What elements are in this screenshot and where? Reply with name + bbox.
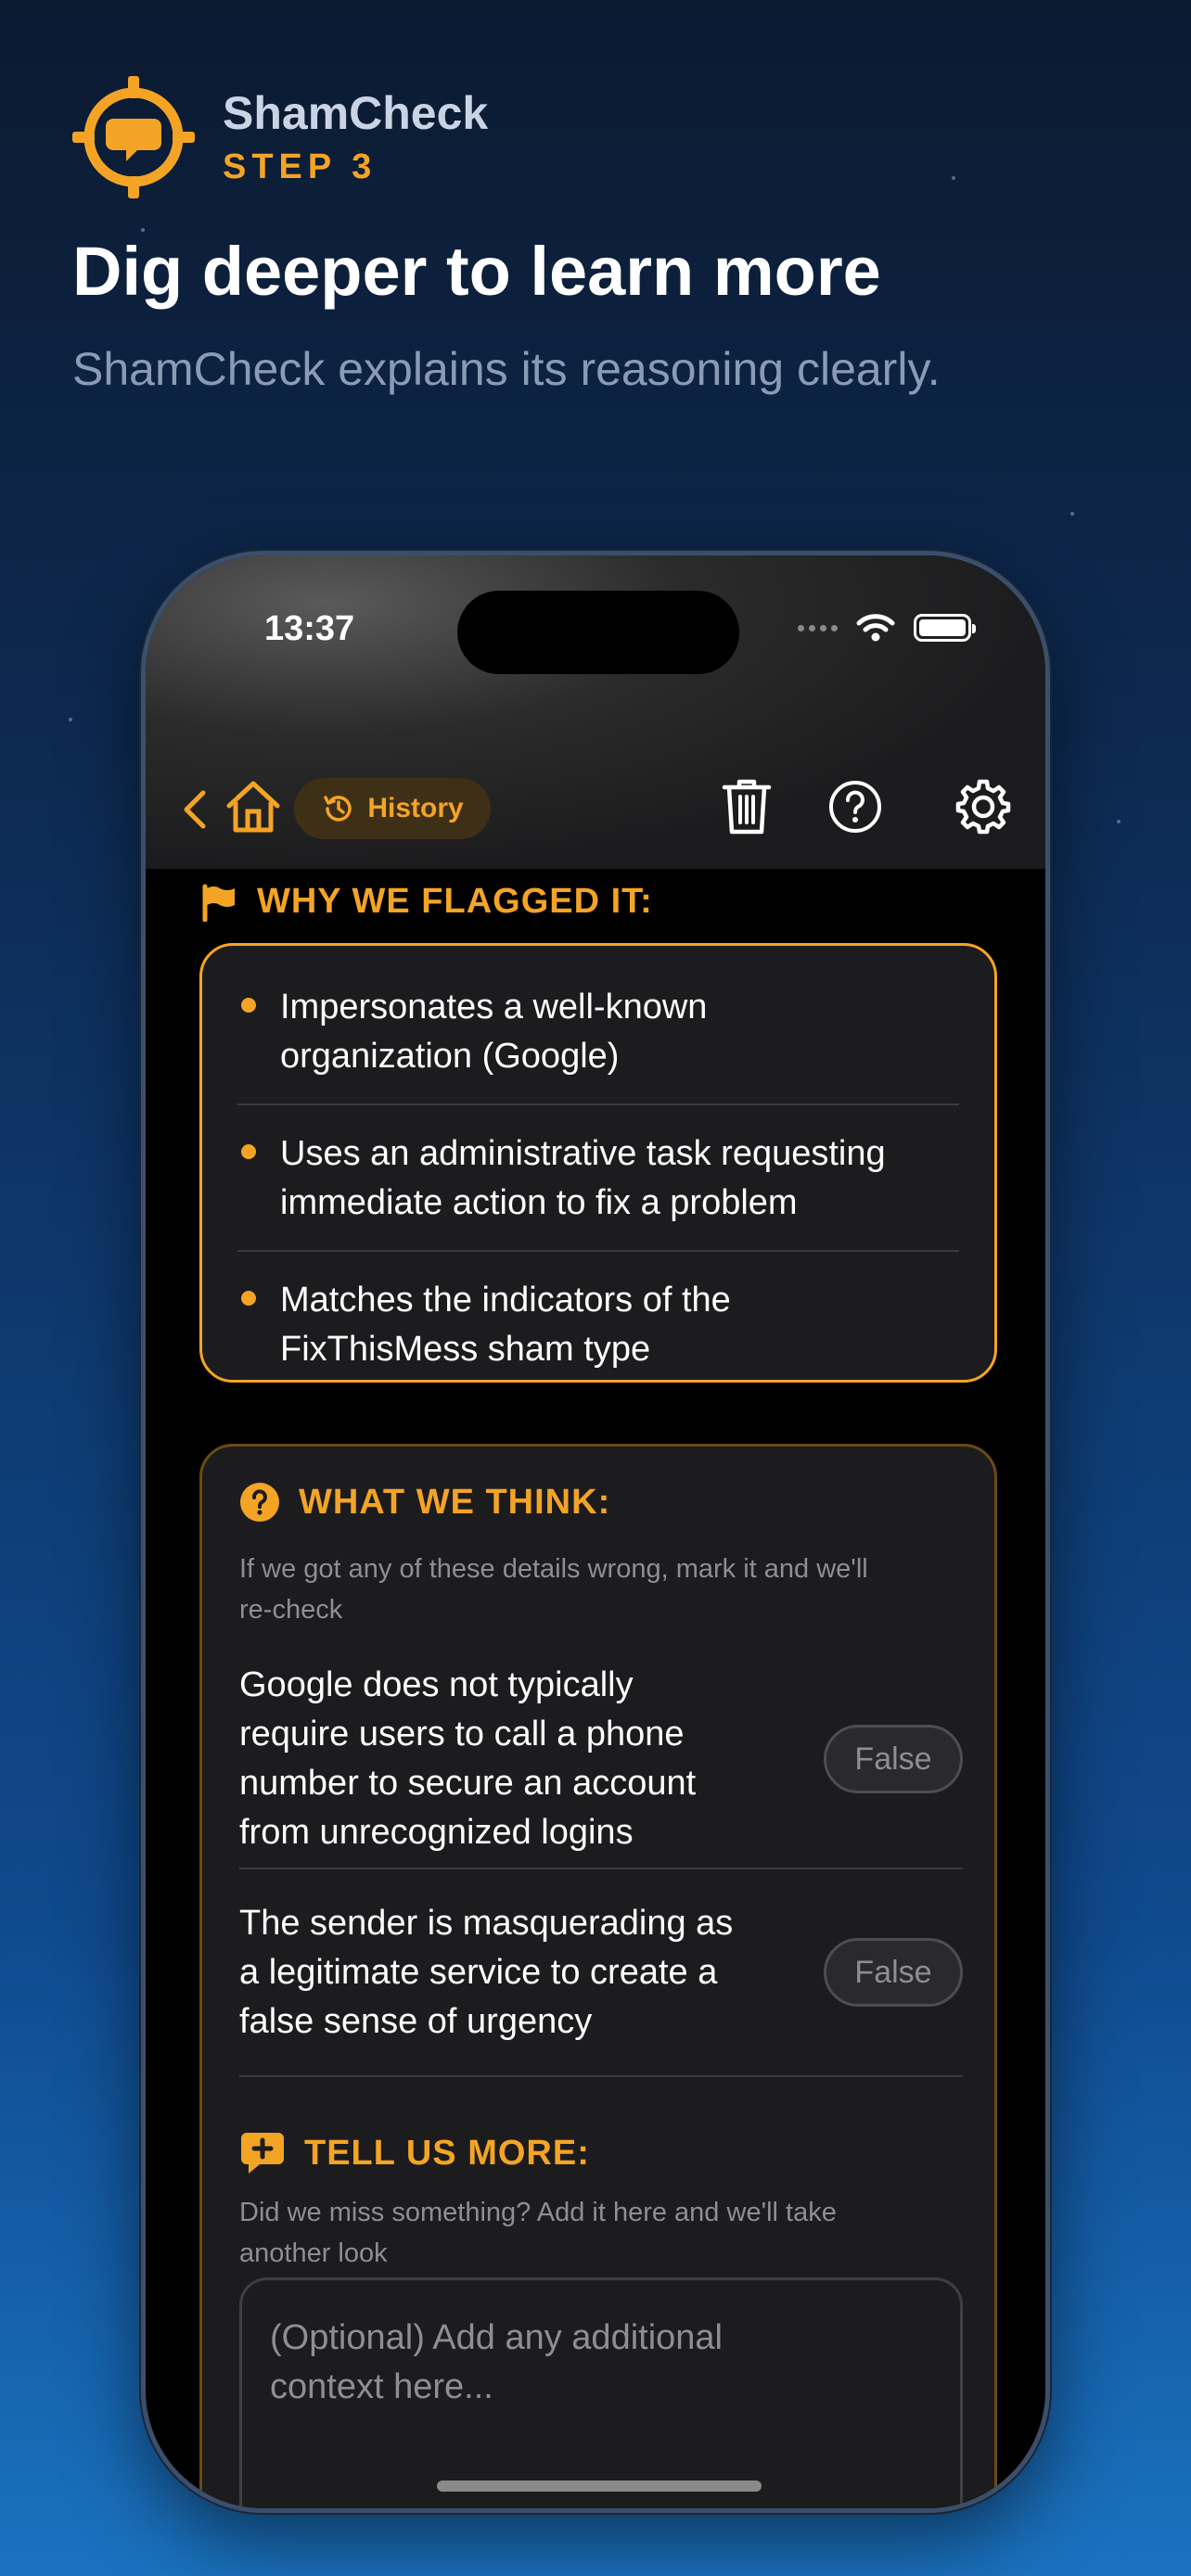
star: [1117, 820, 1121, 823]
additional-context-input[interactable]: (Optional) Add any additional context her…: [239, 2277, 963, 2508]
tell-us-more-hint: Did we miss something? Add it here and w…: [239, 2198, 837, 2268]
mark-false-button[interactable]: False: [824, 1725, 963, 1793]
placeholder-text: (Optional) Add any additional context her…: [270, 2318, 723, 2406]
battery-icon: [914, 614, 976, 642]
flagged-card: Impersonates a well-known organization (G…: [199, 943, 997, 1383]
page-subheadline: ShamCheck explains its reasoning clearly…: [72, 343, 941, 395]
chevron-left-icon[interactable]: [181, 789, 209, 830]
scroll-content[interactable]: WHY WE FLAGGED IT: Impersonates a well-k…: [146, 869, 1045, 2508]
status-icons: [798, 613, 976, 643]
what-we-think-card: WHAT WE THINK: If we got any of these de…: [199, 1444, 997, 2508]
status-time: 13:37: [264, 609, 355, 648]
history-icon: [324, 796, 352, 822]
flag-icon: [202, 884, 235, 922]
step-label: STEP 3: [223, 147, 378, 186]
brand-header: ShamCheck STEP 3: [72, 76, 488, 198]
claim-row: Google does not typically require users …: [239, 1651, 963, 1869]
bullet-dot: [241, 1144, 256, 1159]
home-icon[interactable]: [224, 776, 283, 835]
flag-reason: Impersonates a well-known organization (G…: [280, 988, 708, 1076]
list-item: Matches the indicators of the FixThisMess…: [237, 1252, 959, 1396]
mark-false-button[interactable]: False: [824, 1938, 963, 2007]
gear-icon[interactable]: [954, 778, 1012, 835]
signal-icon: [798, 624, 838, 631]
nav-bar: History: [146, 741, 1045, 861]
bullet-dot: [241, 998, 256, 1013]
history-label: History: [367, 793, 464, 823]
home-indicator[interactable]: [437, 2480, 762, 2492]
think-hint: If we got any of these details wrong, ma…: [239, 1554, 868, 1625]
brand-name: ShamCheck: [223, 87, 489, 139]
claim-text: Google does not typically require users …: [239, 1665, 697, 1852]
question-circle-icon: [240, 1483, 279, 1522]
flag-reason: Matches the indicators of the FixThisMess…: [280, 1281, 731, 1369]
flagged-header: WHY WE FLAGGED IT:: [199, 882, 653, 922]
help-icon[interactable]: [828, 780, 882, 834]
chat-plus-icon: [241, 2133, 284, 2174]
dynamic-island: [457, 591, 739, 674]
flag-reason: Uses an administrative task requesting im…: [280, 1134, 886, 1222]
claim-row: The sender is masquerading as a legitima…: [239, 1869, 963, 2077]
list-item: Impersonates a well-known organization (G…: [237, 959, 959, 1105]
tell-us-more-header: TELL US MORE:: [239, 2131, 590, 2175]
star: [952, 176, 955, 180]
target-chat-logo-icon: [72, 76, 195, 198]
star: [1070, 512, 1074, 516]
star: [69, 718, 72, 721]
history-button[interactable]: History: [294, 778, 491, 839]
tell-us-more-title: TELL US MORE:: [304, 2133, 590, 2173]
bullet-dot: [241, 1291, 256, 1306]
list-item: Uses an administrative task requesting im…: [237, 1105, 959, 1252]
flagged-title: WHY WE FLAGGED IT:: [257, 882, 653, 921]
phone-frame: 13:37 History WHY WE FLAGGED IT: Imperso…: [141, 551, 1050, 2513]
think-title: WHAT WE THINK:: [299, 1482, 611, 1522]
page-headline: Dig deeper to learn more: [72, 233, 881, 310]
wifi-icon: [856, 614, 895, 642]
claim-text: The sender is masquerading as a legitima…: [239, 1903, 734, 2041]
star: [141, 228, 145, 232]
think-header: WHAT WE THINK:: [239, 1482, 610, 1523]
trash-icon[interactable]: [721, 776, 773, 837]
